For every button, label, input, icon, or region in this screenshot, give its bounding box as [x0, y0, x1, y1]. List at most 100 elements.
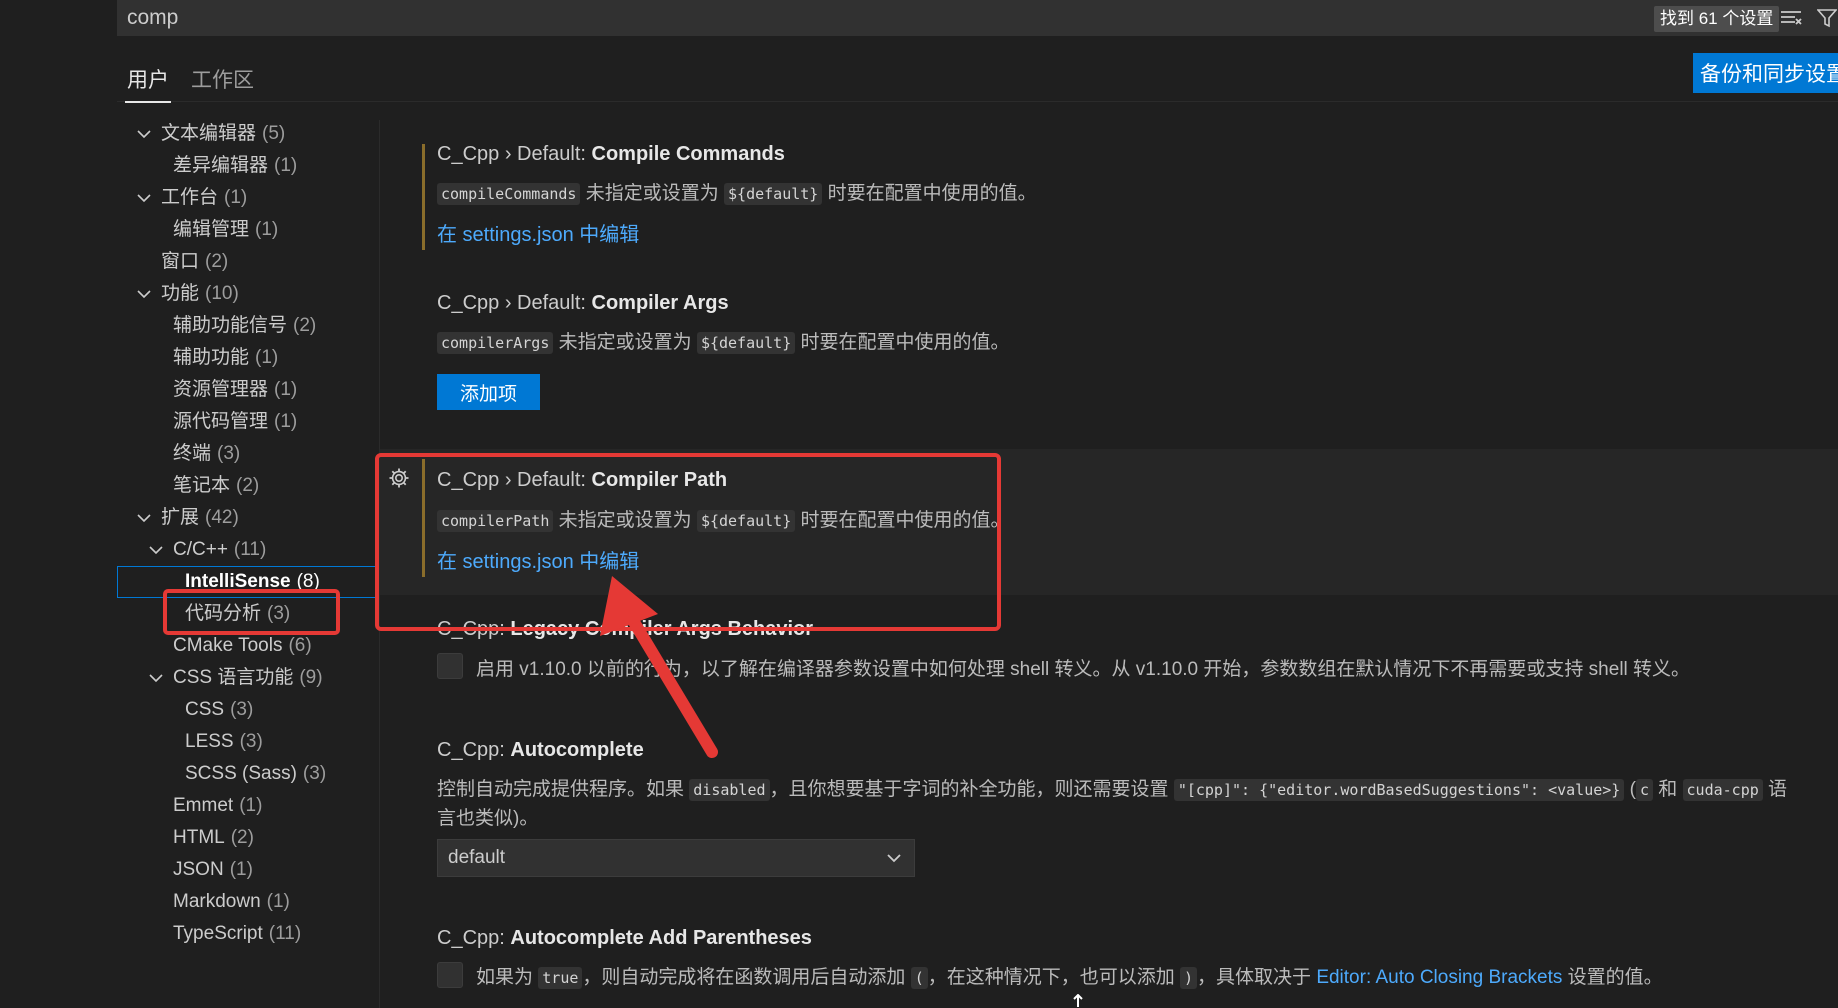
edit-in-settings-json-link[interactable]: 在 settings.json 中编辑 [437, 218, 639, 247]
toc-item-explorer[interactable]: 资源管理器 (1) [117, 374, 379, 406]
setting-title: C_Cpp › Default: Compile Commands [437, 143, 785, 166]
toc-item-diff-editor[interactable]: 差异编辑器 (1) [117, 150, 379, 182]
toc-label: 辅助功能 [173, 347, 250, 368]
setting-compile-commands: C_Cpp › Default: Compile Commands compil… [380, 135, 1838, 285]
toc-count: (42) [205, 507, 239, 528]
annotation-highlight-box [375, 453, 1001, 631]
toc-count: (1) [255, 347, 279, 368]
toc-label: 笔记本 [173, 475, 231, 496]
toc-item-window[interactable]: 窗口 (2) [117, 246, 379, 278]
chevron-down-icon [887, 854, 901, 863]
setting-compiler-args: C_Cpp › Default: Compiler Args compilerA… [380, 284, 1838, 444]
toc-item-css-language[interactable]: CSS 语言功能 (9) [117, 662, 379, 694]
toc-item-terminal[interactable]: 终端 (3) [117, 438, 379, 470]
toc-item-accessibility[interactable]: 辅助功能 (1) [117, 342, 379, 374]
settings-search-input[interactable] [117, 0, 1637, 36]
toc-label: LESS [185, 731, 234, 752]
inline-code: "[cpp]": {"editor.wordBasedSuggestions":… [1173, 779, 1625, 801]
toc-item-less[interactable]: LESS (3) [117, 726, 379, 758]
toc-item-scm[interactable]: 源代码管理 (1) [117, 406, 379, 438]
desc-text: 未指定或设置为 [580, 183, 725, 204]
setting-name: Compile Commands [591, 143, 785, 165]
tab-user[interactable]: 用户 [125, 64, 171, 103]
toc-item-html[interactable]: HTML (2) [117, 822, 379, 854]
toc-count: (1) [274, 379, 298, 400]
chevron-down-icon [137, 130, 151, 139]
search-bar: 找到 61 个设置 [117, 0, 1838, 36]
inline-code: ( [910, 967, 928, 989]
setting-description-line2: 言也类似)。 [437, 808, 539, 829]
toc-item-css[interactable]: CSS (3) [117, 694, 379, 726]
toc-item-extensions[interactable]: 扩展 (42) [117, 502, 379, 534]
toc-count: (3) [217, 443, 241, 464]
toc-count: (2) [236, 475, 260, 496]
inline-code: ) [1180, 967, 1198, 989]
toc-item-json[interactable]: JSON (1) [117, 854, 379, 886]
chevron-down-icon [149, 674, 163, 683]
chevron-down-icon [149, 546, 163, 555]
toc-label: 终端 [173, 443, 212, 464]
setting-description: compileCommands 未指定或设置为 ${default} 时要在配置… [437, 178, 1037, 205]
toc-count: (2) [293, 315, 317, 336]
modified-indicator [422, 144, 425, 250]
toc-item-editor-management[interactable]: 编辑管理 (1) [117, 214, 379, 246]
dropdown-value: default [448, 847, 506, 868]
settings-toc: 文本编辑器 (5) 差异编辑器 (1) 工作台 (1) 编辑管理 (1) 窗口 (2) 功… [117, 118, 379, 1008]
toc-item-scss[interactable]: SCSS (Sass) (3) [117, 758, 379, 790]
inline-code: compileCommands [437, 183, 581, 205]
setting-category: C_Cpp › Default: [437, 292, 592, 314]
setting-title: C_Cpp › Default: Compiler Args [437, 292, 729, 315]
autocomplete-dropdown[interactable]: default [437, 839, 915, 877]
toc-label: HTML [173, 827, 225, 848]
auto-closing-brackets-link[interactable]: Editor: Auto Closing Brackets [1316, 967, 1562, 988]
setting-autocomplete-add-parentheses: C_Cpp: Autocomplete Add Parentheses 如果为 … [380, 922, 1838, 1008]
toc-label: 辅助功能信号 [173, 315, 288, 336]
toc-item-emmet[interactable]: Emmet (1) [117, 790, 379, 822]
toc-label: CSS 语言功能 [173, 667, 294, 688]
filter-icon[interactable] [1817, 8, 1837, 28]
desc-text: ，具体取决于 [1197, 967, 1317, 988]
toc-count: (1) [274, 155, 298, 176]
toc-item-accessibility-signals[interactable]: 辅助功能信号 (2) [117, 310, 379, 342]
cursor-icon [1073, 994, 1083, 1007]
toc-item-cpp[interactable]: C/C++ (11) [117, 534, 379, 566]
toc-label: Emmet [173, 795, 234, 816]
tab-workspace[interactable]: 工作区 [191, 64, 254, 94]
chevron-down-icon [137, 194, 151, 203]
toc-count: (3) [230, 699, 254, 720]
toc-label: JSON [173, 859, 224, 880]
chevron-down-icon [137, 290, 151, 299]
inline-code: compilerArgs [437, 332, 554, 354]
inline-code: c [1635, 779, 1653, 801]
annotation-highlight-box [163, 589, 340, 635]
desc-text: ，则自动完成将在函数调用后自动添加 [582, 967, 911, 988]
clear-filter-icon[interactable] [1780, 8, 1802, 28]
legacy-args-checkbox[interactable] [437, 653, 463, 679]
desc-text: 时要在配置中使用的值。 [795, 332, 1010, 353]
toc-item-notebook[interactable]: 笔记本 (2) [117, 470, 379, 502]
desc-text: ，且你想要基于字词的补全功能，则还需要设置 [769, 779, 1174, 800]
toc-label: 源代码管理 [173, 411, 269, 432]
toc-item-features[interactable]: 功能 (10) [117, 278, 379, 310]
toc-item-workbench[interactable]: 工作台 (1) [117, 182, 379, 214]
toc-label: 资源管理器 [173, 379, 269, 400]
toc-label: Markdown [173, 891, 261, 912]
backup-sync-button[interactable]: 备份和同步设置 [1693, 53, 1838, 93]
inline-code: true [538, 967, 583, 989]
setting-category: C_Cpp: [437, 927, 511, 949]
toc-item-markdown[interactable]: Markdown (1) [117, 886, 379, 918]
toc-label: CSS [185, 699, 225, 720]
add-item-button[interactable]: 添加项 [437, 374, 540, 410]
toc-count: (11) [233, 539, 267, 560]
toc-count: (11) [268, 923, 302, 944]
inline-code: cuda-cpp [1682, 779, 1763, 801]
toc-item-text-editor[interactable]: 文本编辑器 (5) [117, 118, 379, 150]
toc-label: 文本编辑器 [161, 123, 257, 144]
add-parentheses-checkbox[interactable] [437, 962, 463, 988]
desc-text: 时要在配置中使用的值。 [822, 183, 1037, 204]
toc-label: 窗口 [161, 251, 200, 272]
toc-count: (1) [255, 219, 279, 240]
toc-label: 编辑管理 [173, 219, 250, 240]
toc-item-typescript[interactable]: TypeScript (11) [117, 918, 379, 950]
toc-count: (10) [205, 283, 239, 304]
